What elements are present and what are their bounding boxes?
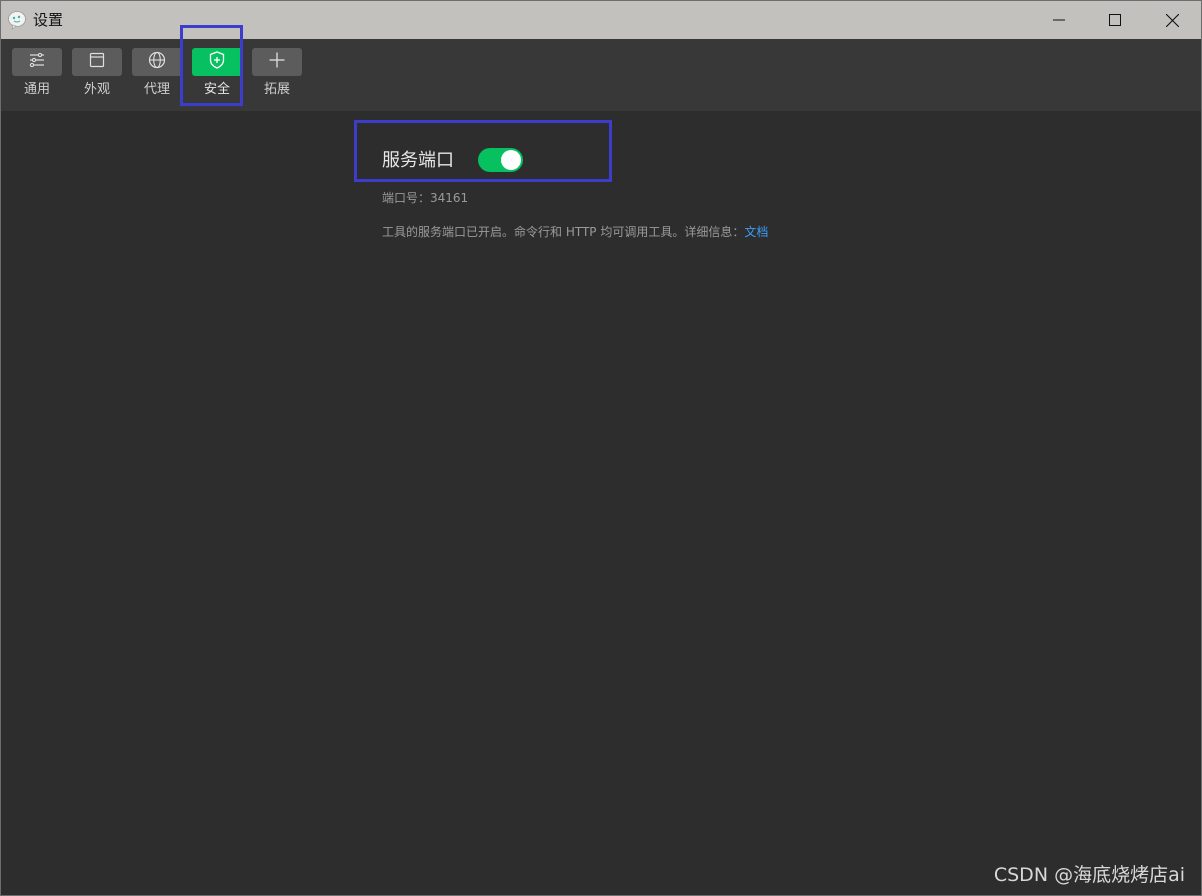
close-icon [1165, 13, 1179, 27]
tab-proxy-label: 代理 [143, 82, 170, 97]
port-label: 端口号： [382, 191, 431, 205]
globe-icon [148, 51, 166, 73]
tab-proxy-button[interactable] [132, 48, 182, 76]
close-button[interactable] [1144, 1, 1200, 39]
settings-window: 设置 通用 外观 代理 安全 拓展 服务端口 端口号：34161 工具的服务端口… [0, 0, 1202, 896]
tab-general[interactable]: 通用 [12, 48, 62, 104]
tab-appearance-label: 外观 [83, 82, 110, 97]
wechat-devtools-icon [8, 10, 28, 30]
tab-extensions-label: 拓展 [263, 82, 290, 97]
minimize-button[interactable] [1031, 1, 1087, 39]
tab-security[interactable]: 安全 [192, 48, 242, 104]
sliders-icon [28, 52, 46, 72]
settings-toolbar: 通用 外观 代理 安全 拓展 [1, 39, 1201, 111]
tab-extensions-button[interactable] [252, 48, 302, 76]
port-number-line: 端口号：34161 [382, 190, 468, 206]
shield-icon [209, 51, 225, 73]
plus-icon [268, 51, 286, 73]
tab-general-button[interactable] [12, 48, 62, 76]
watermark: CSDN @海底烧烤店ai [993, 864, 1185, 886]
minimize-icon [1053, 14, 1065, 26]
tab-security-label: 安全 [203, 82, 230, 97]
title-bar: 设置 [1, 1, 1201, 39]
tab-general-label: 通用 [23, 82, 50, 97]
window-icon [89, 52, 105, 72]
doc-link[interactable]: 文档 [744, 225, 768, 239]
toggle-knob [501, 150, 521, 170]
security-panel: 服务端口 端口号：34161 工具的服务端口已开启。命令行和 HTTP 均可调用… [1, 111, 1201, 895]
description-text: 工具的服务端口已开启。命令行和 HTTP 均可调用工具。详细信息： [382, 225, 745, 239]
tab-appearance[interactable]: 外观 [72, 48, 122, 104]
maximize-button[interactable] [1087, 1, 1143, 39]
service-port-toggle[interactable] [478, 148, 523, 172]
service-port-title: 服务端口 [382, 150, 454, 171]
tab-extensions[interactable]: 拓展 [252, 48, 302, 104]
port-value: 34161 [430, 191, 469, 205]
tab-appearance-button[interactable] [72, 48, 122, 76]
tab-security-button[interactable] [192, 48, 242, 76]
window-title: 设置 [33, 11, 64, 29]
service-port-description: 工具的服务端口已开启。命令行和 HTTP 均可调用工具。详细信息：文档 [382, 224, 768, 240]
maximize-icon [1109, 14, 1121, 26]
tab-proxy[interactable]: 代理 [132, 48, 182, 104]
